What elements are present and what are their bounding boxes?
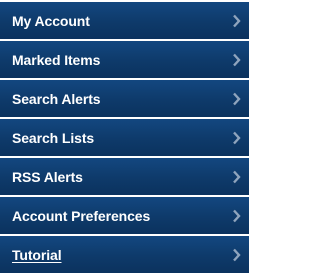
chevron-right-icon	[232, 209, 241, 223]
menu-item-label: Account Preferences	[12, 207, 151, 224]
menu-item-label: Tutorial	[12, 246, 62, 263]
chevron-right-icon	[232, 131, 241, 145]
chevron-right-icon	[232, 248, 241, 262]
menu-item-label: Search Lists	[12, 129, 95, 146]
menu-item-label: Marked Items	[12, 51, 101, 68]
menu-item-account-preferences[interactable]: Account Preferences	[0, 197, 249, 234]
account-menu: My Account Marked Items Search Alerts Se…	[0, 0, 249, 273]
menu-item-search-alerts[interactable]: Search Alerts	[0, 80, 249, 117]
chevron-right-icon	[232, 92, 241, 106]
menu-item-search-lists[interactable]: Search Lists	[0, 119, 249, 156]
menu-item-rss-alerts[interactable]: RSS Alerts	[0, 158, 249, 195]
chevron-right-icon	[232, 14, 241, 28]
chevron-right-icon	[232, 170, 241, 184]
chevron-right-icon	[232, 53, 241, 67]
menu-item-label: My Account	[12, 12, 90, 29]
menu-item-label: RSS Alerts	[12, 168, 83, 185]
menu-item-label: Search Alerts	[12, 90, 101, 107]
menu-item-tutorial[interactable]: Tutorial	[0, 236, 249, 273]
menu-item-marked-items[interactable]: Marked Items	[0, 41, 249, 78]
menu-item-my-account[interactable]: My Account	[0, 2, 249, 39]
